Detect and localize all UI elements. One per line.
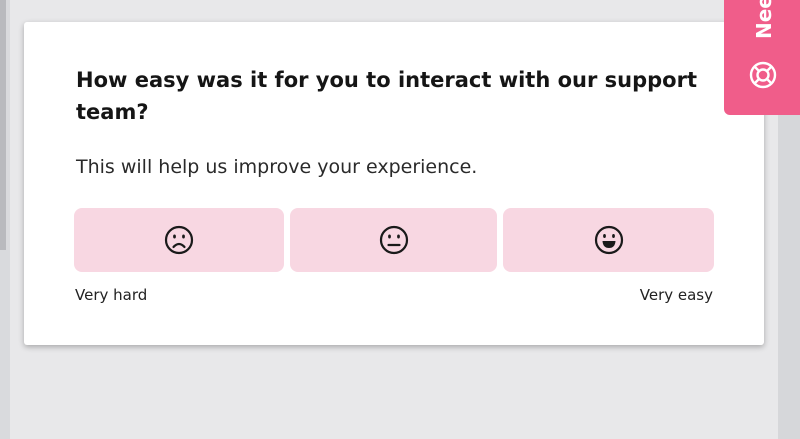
lifebuoy-icon bbox=[749, 61, 777, 89]
help-tab-label: Nee bbox=[752, 0, 776, 39]
rating-options bbox=[74, 208, 714, 272]
survey-question: How easy was it for you to interact with… bbox=[76, 68, 697, 124]
rating-option-easy[interactable] bbox=[503, 208, 714, 272]
smile-face-icon bbox=[594, 225, 623, 255]
survey-subtitle: This will help us improve your experienc… bbox=[76, 156, 478, 178]
left-edge-panel bbox=[0, 0, 10, 439]
rating-option-neutral[interactable] bbox=[290, 208, 497, 272]
neutral-face-icon bbox=[379, 225, 408, 255]
rating-option-hard[interactable] bbox=[74, 208, 284, 272]
frown-face-icon bbox=[164, 225, 194, 255]
scale-max-label: Very easy bbox=[639, 286, 713, 304]
survey-card: How easy was it for you to interact with… bbox=[24, 22, 764, 345]
help-tab-button[interactable]: Nee bbox=[724, 0, 800, 115]
left-scrollbar[interactable] bbox=[0, 0, 6, 250]
scale-min-label: Very hard bbox=[75, 286, 148, 304]
